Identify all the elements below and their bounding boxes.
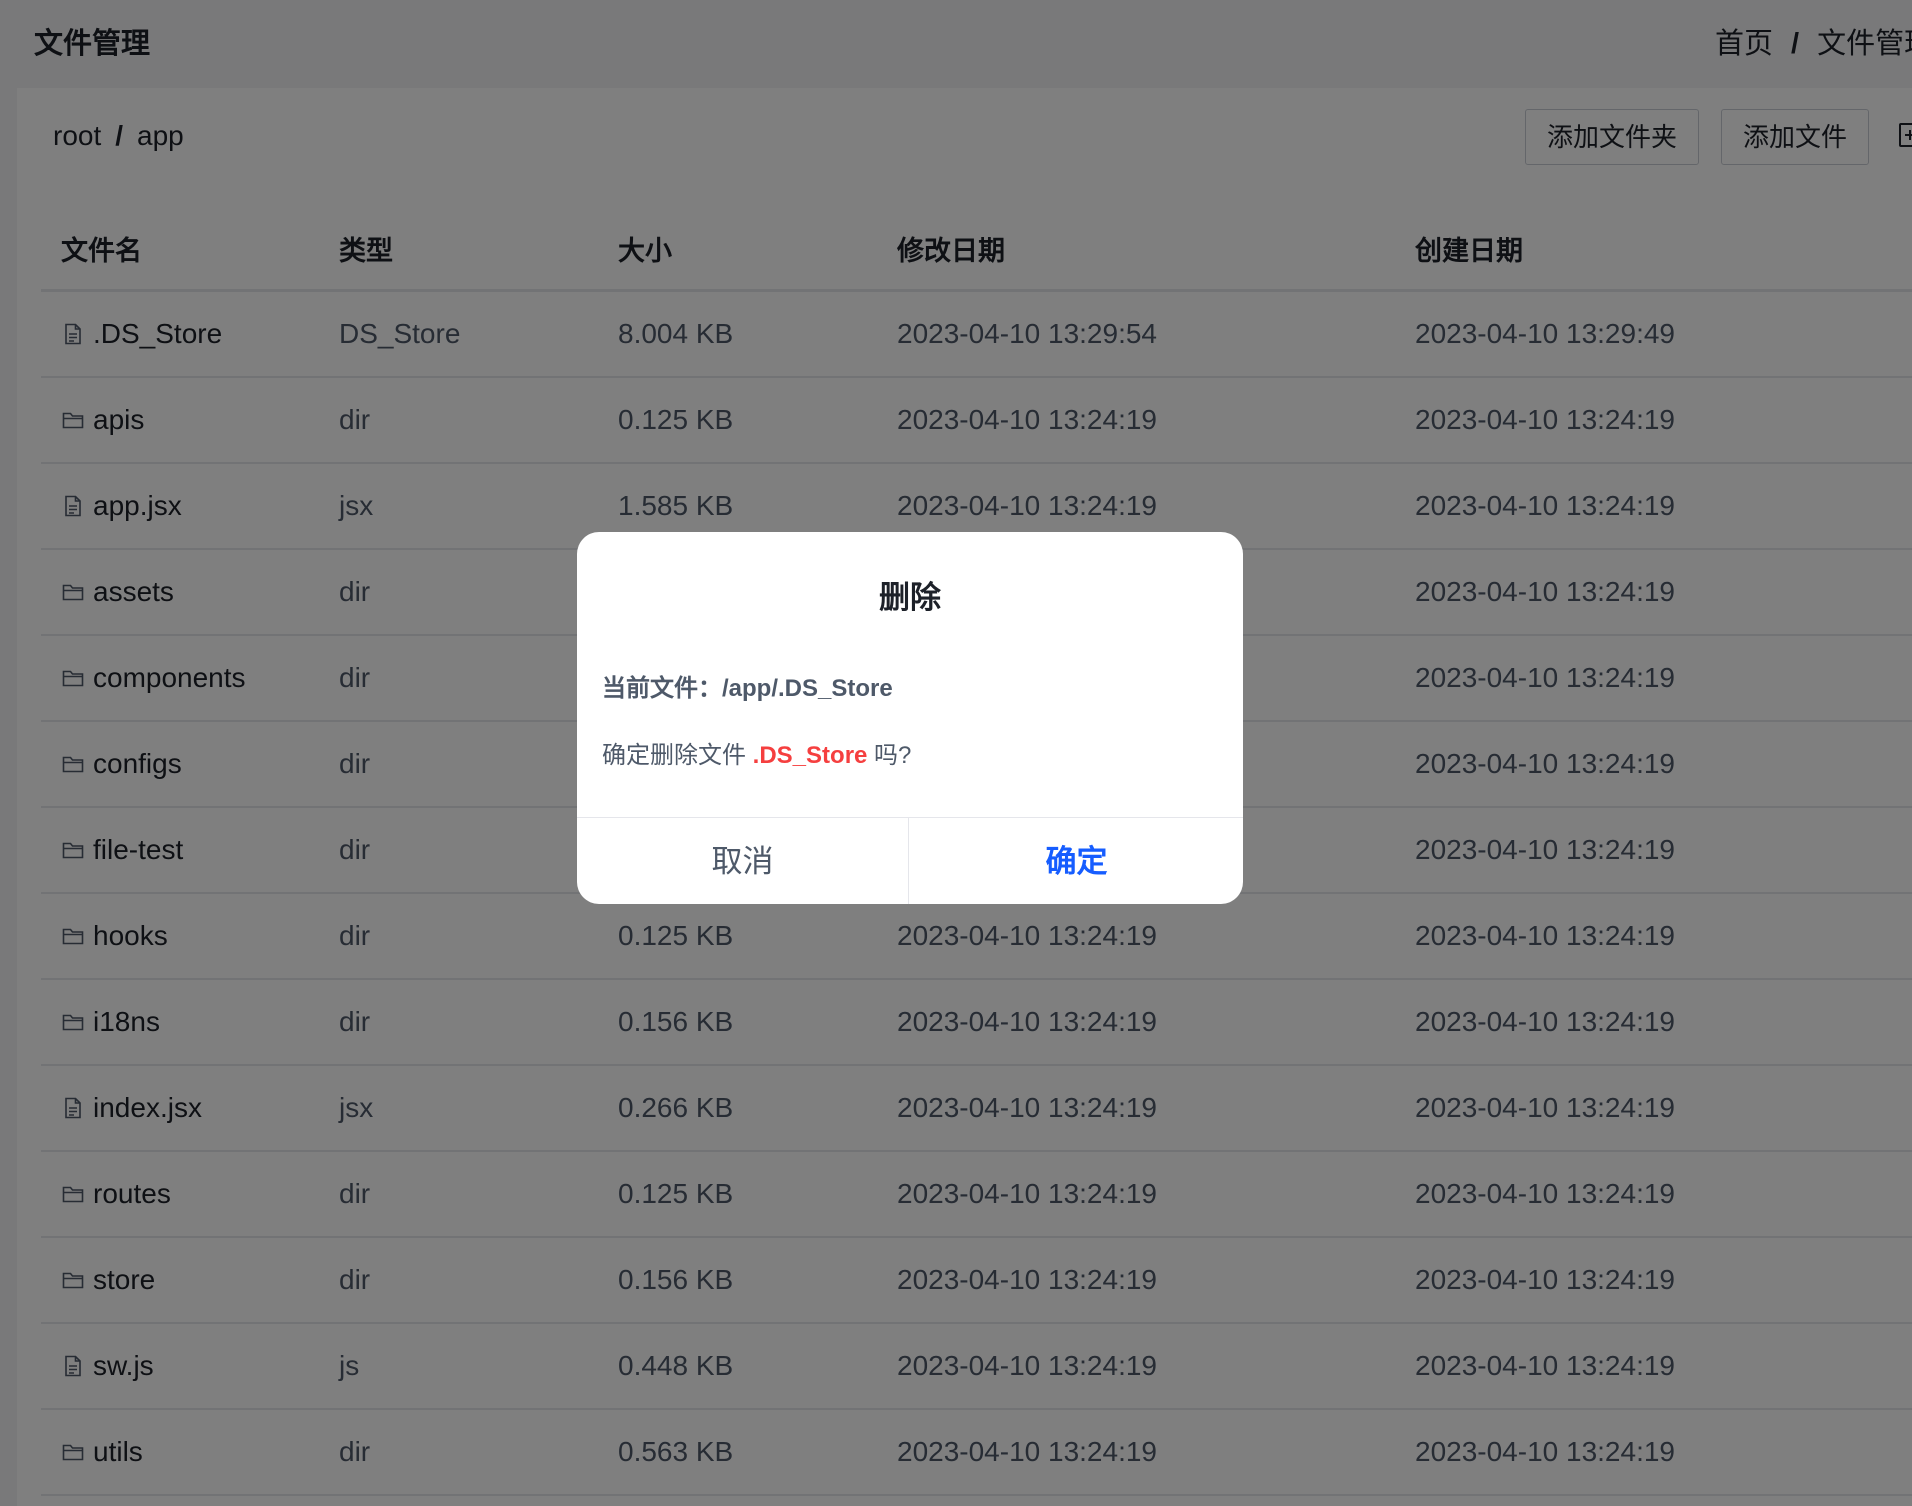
confirm-message: 确定删除文件 .DS_Store 吗?	[602, 735, 911, 770]
confirm-filename: .DS_Store	[752, 742, 868, 769]
cancel-button[interactable]: 取消	[577, 818, 909, 904]
current-file-path: /app/.DS_Store	[722, 675, 893, 702]
current-file-label: 当前文件：	[602, 675, 722, 702]
confirm-button[interactable]: 确定	[910, 818, 1243, 904]
dialog-footer: 取消 确定	[577, 817, 1243, 904]
confirm-suffix: 吗?	[867, 742, 912, 769]
file-manager-page: 文件管理 首页/文件管理 root/app 添加文件夹 添加文件 文件名 类型 …	[0, 0, 1912, 1506]
confirm-prefix: 确定删除文件	[602, 742, 753, 769]
dialog-title: 删除	[879, 580, 941, 615]
current-file-text: 当前文件：/app/.DS_Store	[602, 668, 893, 703]
delete-confirm-dialog: 删除 当前文件：/app/.DS_Store 确定删除文件 .DS_Store …	[577, 532, 1243, 904]
